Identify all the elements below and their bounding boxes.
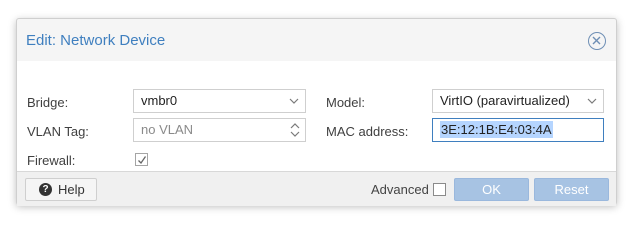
model-select[interactable]: VirtIO (paravirtualized): [432, 89, 604, 113]
close-icon[interactable]: [588, 32, 606, 50]
vlan-tag-input[interactable]: no VLAN: [133, 118, 306, 142]
dialog-footer: ? Help Advanced OK Reset: [17, 171, 616, 206]
bridge-select[interactable]: vmbr0: [133, 89, 306, 113]
spinner-arrows-icon[interactable]: [289, 121, 301, 139]
advanced-label: Advanced: [371, 182, 429, 197]
firewall-label: Firewall:: [27, 153, 76, 168]
vlan-tag-label: VLAN Tag:: [27, 124, 89, 139]
mac-address-input[interactable]: 3E:12:1B:E4:03:4A: [432, 118, 604, 142]
help-button-label: Help: [58, 182, 85, 197]
dialog-body: Bridge: vmbr0 VLAN Tag: no VLAN Firewall…: [17, 61, 616, 171]
firewall-checkbox[interactable]: [135, 153, 148, 166]
bridge-value: vmbr0: [141, 93, 178, 108]
model-label: Model:: [326, 95, 366, 110]
mac-address-label: MAC address:: [326, 124, 409, 139]
help-button[interactable]: ? Help: [25, 178, 97, 201]
dialog-titlebar: Edit: Network Device: [17, 19, 616, 61]
chevron-down-icon[interactable]: [289, 96, 299, 106]
reset-button[interactable]: Reset: [534, 178, 609, 201]
ok-button[interactable]: OK: [454, 178, 529, 201]
vlan-tag-placeholder: no VLAN: [141, 122, 194, 137]
edit-network-device-dialog: Edit: Network Device Bridge: vmbr0 VLAN …: [16, 18, 617, 206]
bridge-label: Bridge:: [27, 95, 69, 110]
mac-address-value: 3E:12:1B:E4:03:4A: [440, 121, 553, 138]
dialog-title: Edit: Network Device: [26, 32, 166, 49]
chevron-down-icon[interactable]: [587, 96, 597, 106]
checkmark-icon: [138, 156, 147, 165]
question-circle-icon: ?: [39, 183, 52, 196]
model-value: VirtIO (paravirtualized): [440, 93, 570, 108]
advanced-checkbox[interactable]: [433, 183, 446, 196]
